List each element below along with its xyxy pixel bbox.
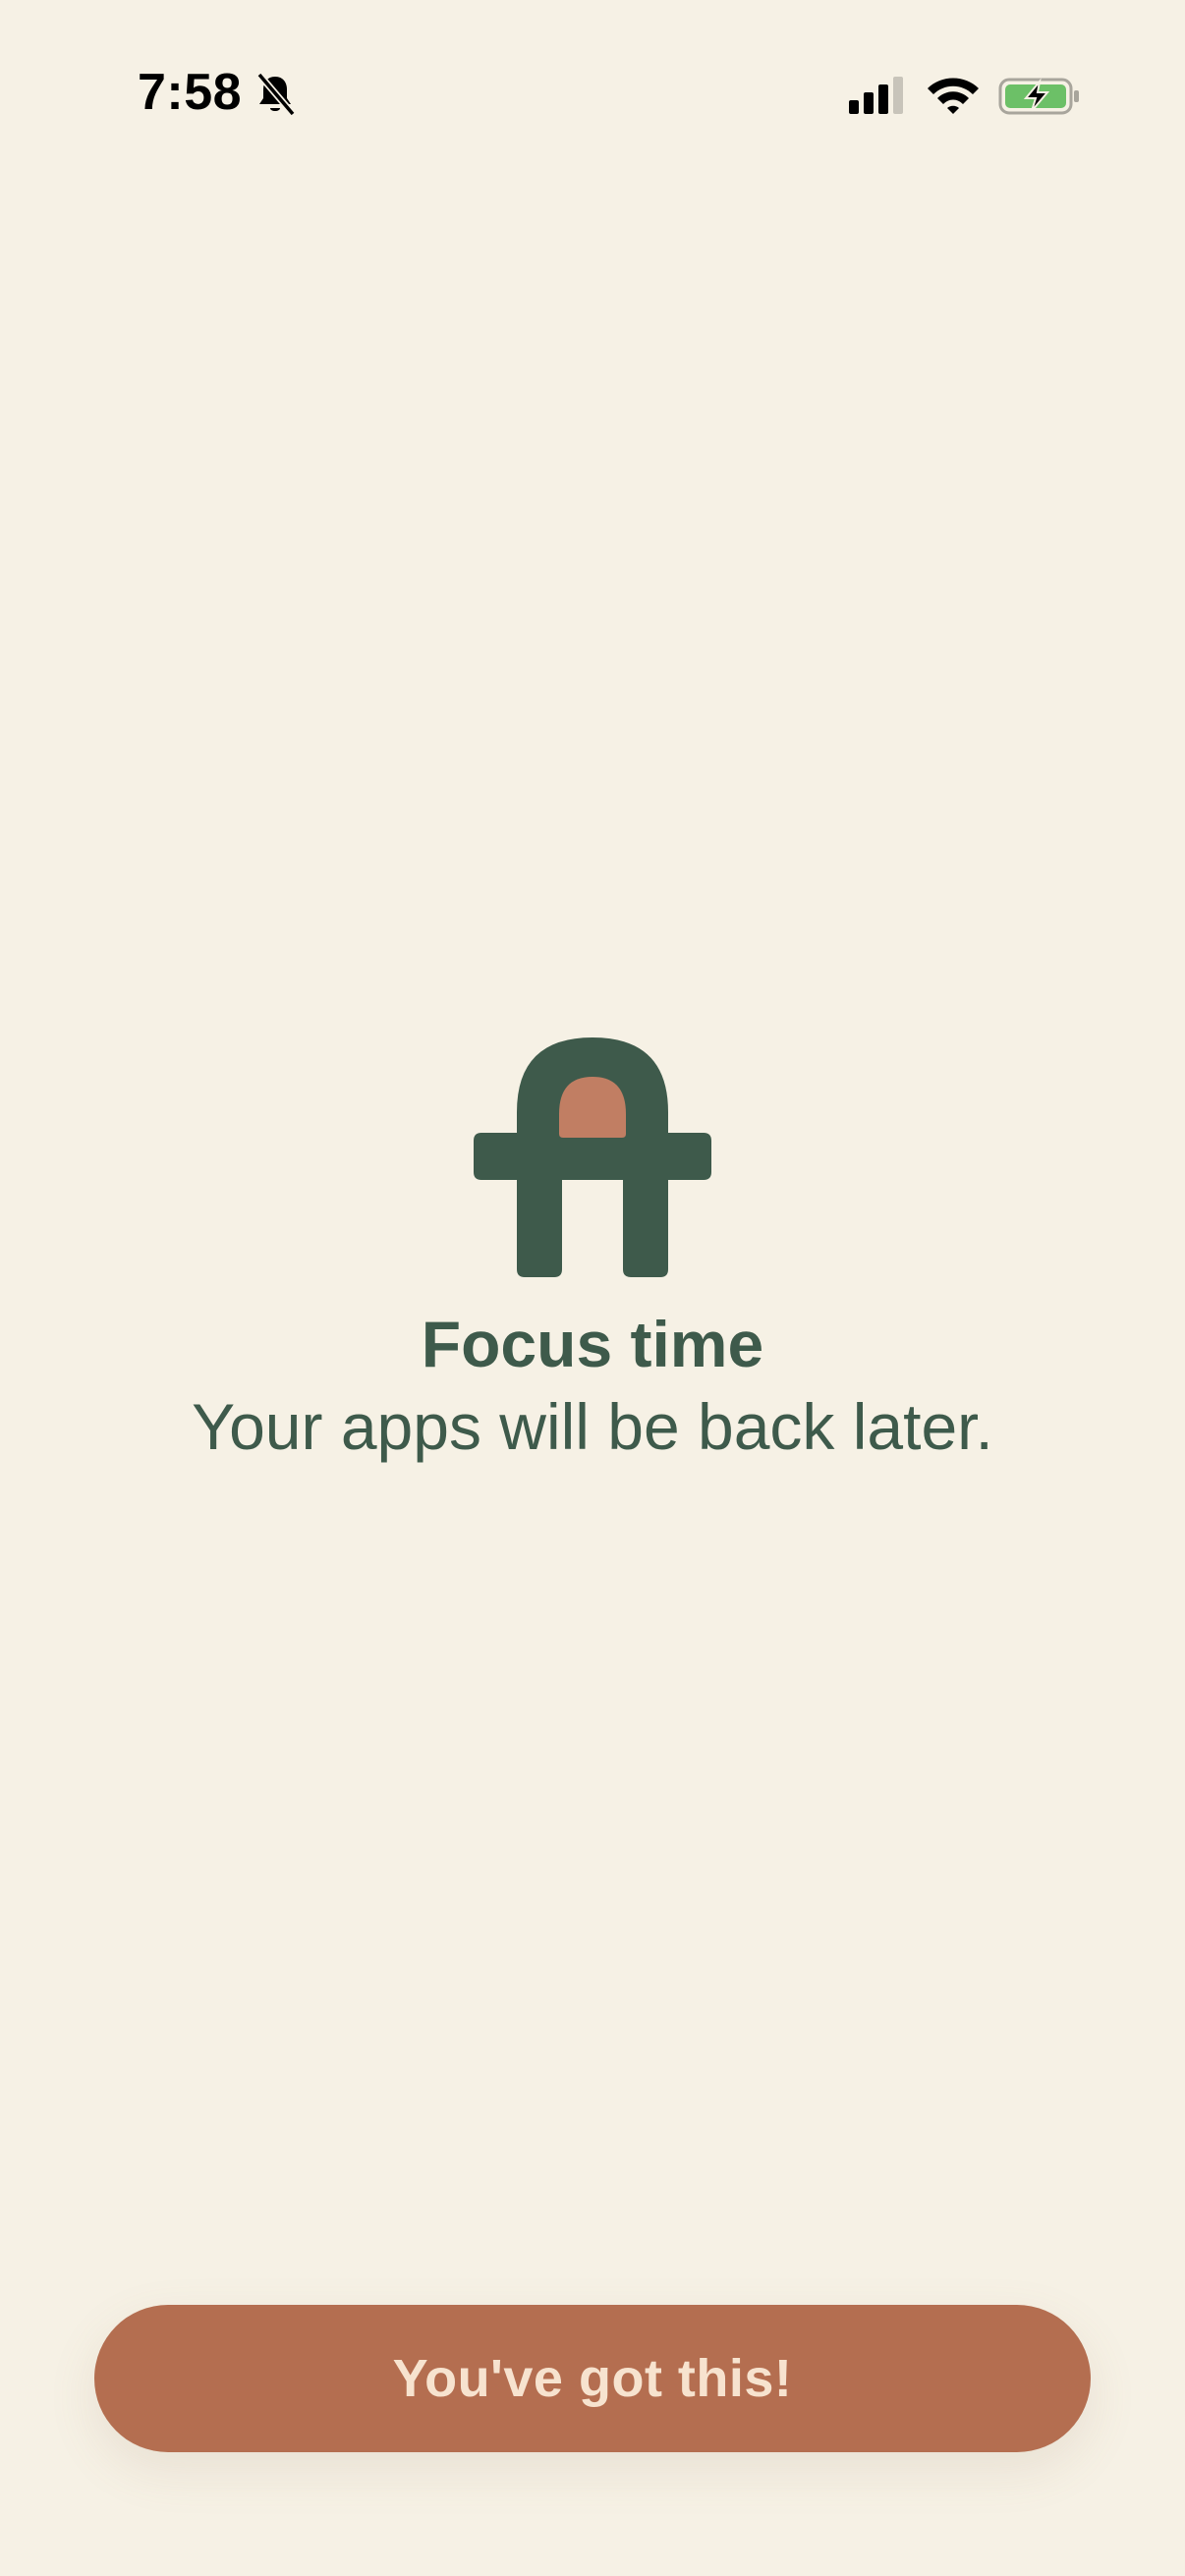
- arch-logo-icon: [474, 1037, 711, 1277]
- focus-title: Focus time: [421, 1308, 764, 1380]
- bell-muted-icon: [256, 72, 296, 117]
- focus-subtitle: Your apps will be back later.: [192, 1390, 993, 1463]
- cellular-signal-icon: [849, 77, 903, 114]
- status-bar: 7:58: [0, 0, 1185, 196]
- wifi-icon: [928, 78, 979, 114]
- encouragement-button[interactable]: You've got this!: [94, 2305, 1091, 2452]
- battery-charging-icon: [998, 78, 1079, 115]
- status-time: 7:58: [138, 64, 243, 121]
- focus-message: Focus time Your apps will be back later.: [0, 1037, 1185, 1466]
